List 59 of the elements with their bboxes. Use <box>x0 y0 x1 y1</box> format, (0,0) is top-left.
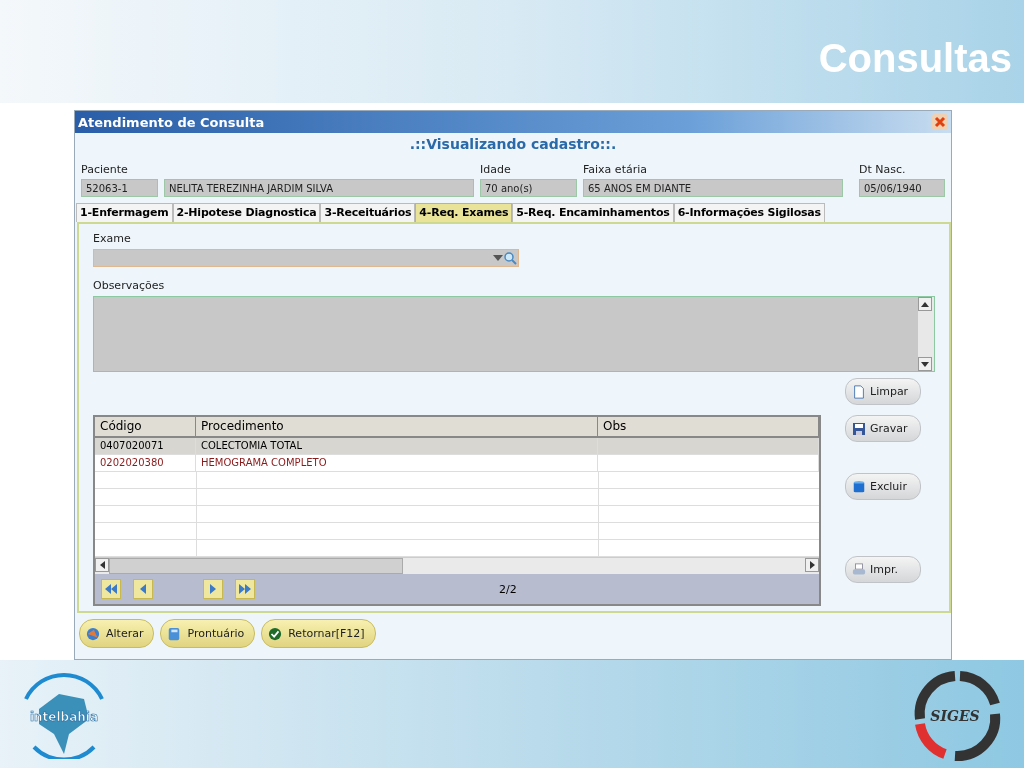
globe-icon <box>86 626 100 641</box>
table-cell: HEMOGRAMA COMPLETO <box>196 455 598 472</box>
dropdown-search-icon <box>492 251 518 265</box>
birth-date-field[interactable]: 05/06/1940 <box>859 179 945 197</box>
close-icon[interactable] <box>932 114 948 130</box>
patient-name-field[interactable]: NELITA TEREZINHA JARDIM SILVA <box>164 179 474 197</box>
tab[interactable]: 3-Receituários <box>320 203 416 222</box>
tab[interactable]: 5-Req. Encaminhamentos <box>512 203 674 222</box>
slide-title: Consultas <box>818 36 1012 81</box>
field-label: Faixa etária <box>583 163 648 176</box>
patient-code-field[interactable]: 52063-1 <box>81 179 158 197</box>
action-button[interactable]: Excluir <box>845 473 921 500</box>
previous-page-button[interactable] <box>133 579 153 599</box>
action-button[interactable]: Prontuário <box>160 619 256 648</box>
action-button[interactable]: Impr. <box>845 556 921 583</box>
column-header[interactable]: Obs <box>598 417 819 438</box>
field-label: Paciente <box>81 163 129 176</box>
form-subtitle: .::Visualizando cadastro::. <box>408 135 618 154</box>
first-page-button[interactable] <box>101 579 121 599</box>
tab[interactable]: 2-Hipotese Diagnostica <box>172 203 321 222</box>
table-row[interactable]: 0407020071 COLECTOMIA TOTAL <box>95 438 819 455</box>
column-header[interactable]: Procedimento <box>196 417 598 438</box>
tab[interactable]: 4-Req. Exames <box>415 203 513 222</box>
action-button[interactable]: Alterar <box>79 619 155 648</box>
double-left-arrow-icon <box>105 584 117 594</box>
checkmark-icon <box>268 626 283 641</box>
tab[interactable]: 6-Informações Sigilosas <box>673 203 825 222</box>
field-label: Dt Nasc. <box>859 163 907 176</box>
database-icon <box>852 479 866 494</box>
age-group-field[interactable]: 65 ANOS EM DIANTE <box>583 179 843 197</box>
field-label: Observações <box>93 279 166 292</box>
action-button[interactable]: Gravar <box>845 415 921 442</box>
double-right-arrow-icon <box>239 584 251 594</box>
age-field[interactable]: 70 ano(s) <box>480 179 577 197</box>
table-cell: 0202020380 <box>95 455 196 472</box>
scroll-up-icon[interactable] <box>921 301 929 307</box>
field-label: Exame <box>93 232 132 245</box>
action-button[interactable]: Limpar <box>845 378 921 405</box>
scroll-down-icon[interactable] <box>921 361 929 367</box>
table-cell: COLECTOMIA TOTAL <box>196 438 598 455</box>
printer-icon <box>852 562 866 577</box>
scroll-left-icon[interactable] <box>99 561 105 569</box>
column-header[interactable]: Código <box>95 417 196 438</box>
table-row[interactable]: 0202020380 HEMOGRAMA COMPLETO <box>95 455 819 472</box>
field-label: Idade <box>480 163 512 176</box>
action-button[interactable]: Retornar[F12] <box>261 619 376 648</box>
book-icon <box>167 626 182 641</box>
siges-logo: SIGES <box>900 664 1010 764</box>
scroll-right-icon[interactable] <box>809 561 815 569</box>
left-arrow-icon <box>140 584 146 594</box>
table-cell: 0407020071 <box>95 438 196 455</box>
page-indicator: 2/2 <box>499 582 517 596</box>
next-page-button[interactable] <box>203 579 223 599</box>
last-page-button[interactable] <box>235 579 255 599</box>
right-arrow-icon <box>210 584 216 594</box>
tab[interactable]: 1-Enfermagem <box>76 203 173 222</box>
horizontal-scrollbar[interactable] <box>95 557 819 574</box>
document-icon <box>852 384 866 399</box>
window-title: Atendimento de Consulta <box>78 114 265 130</box>
